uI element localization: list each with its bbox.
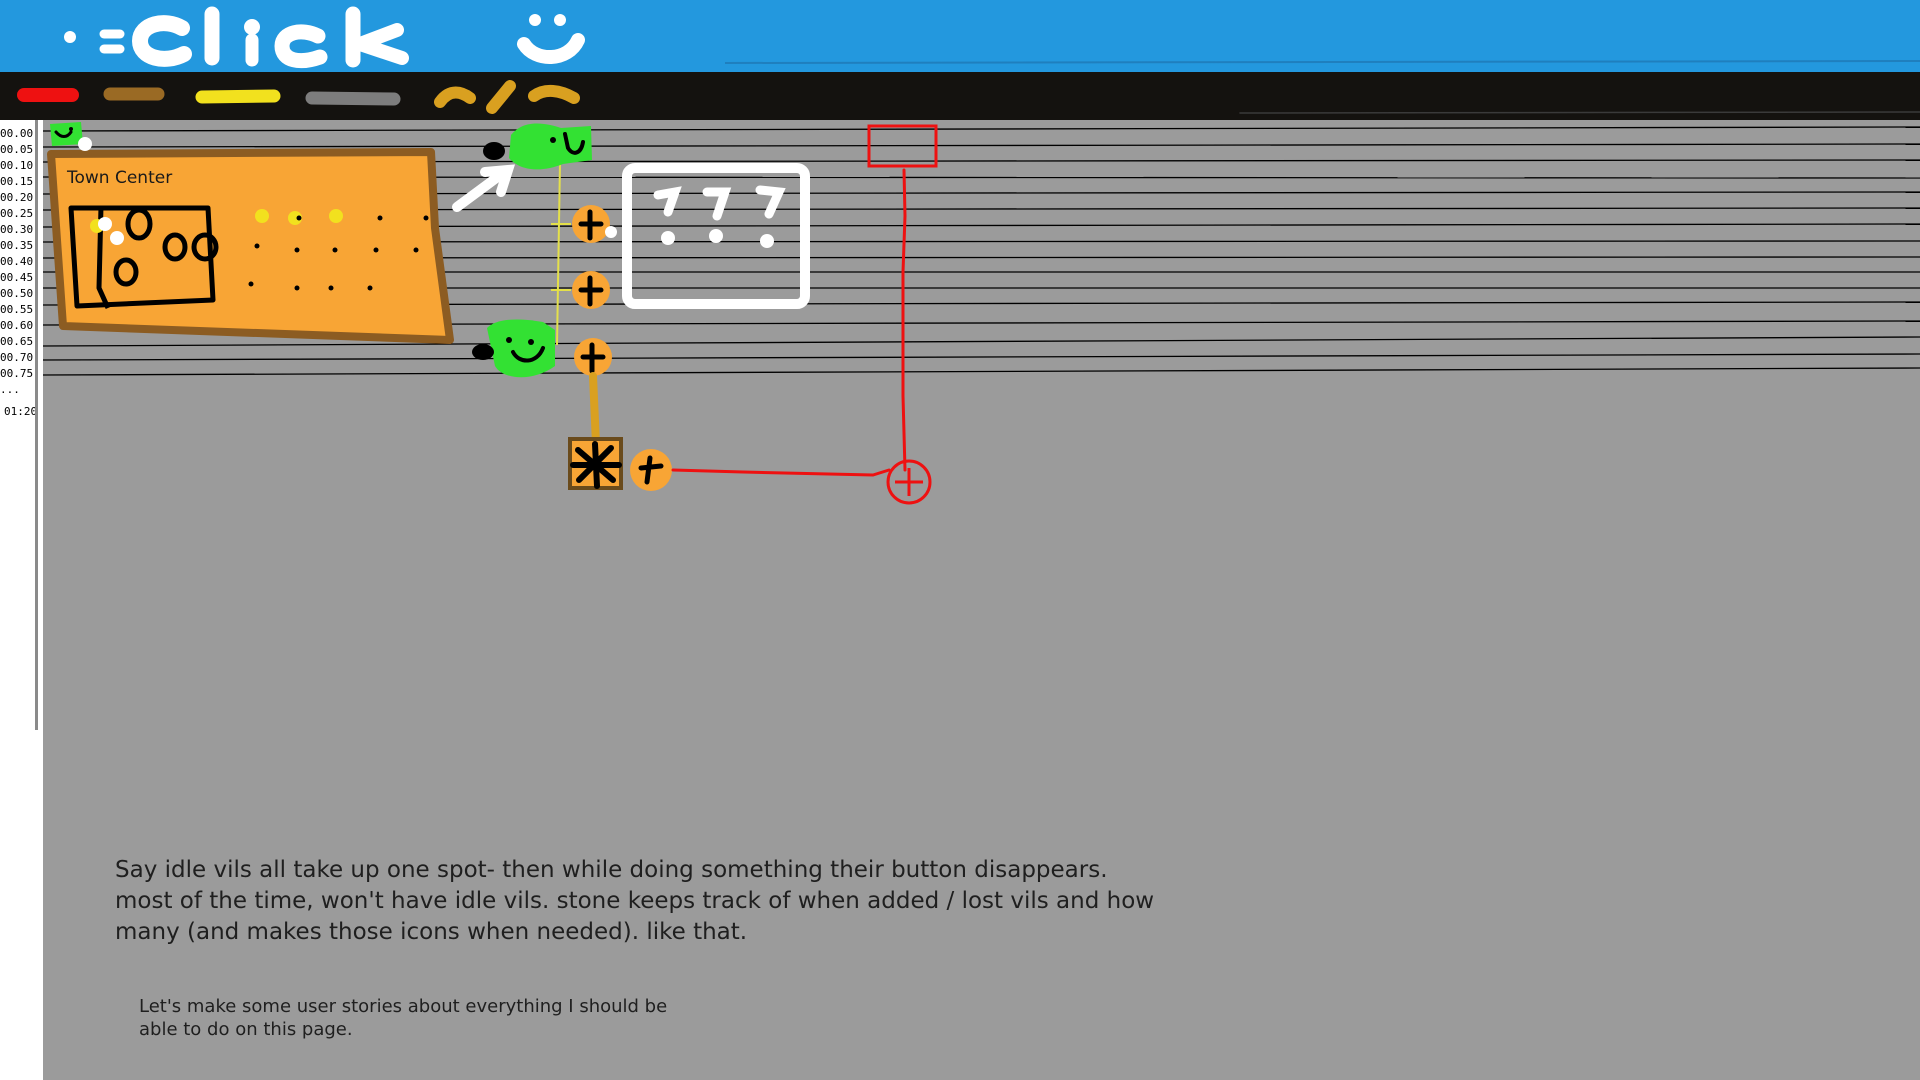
add-connection-button[interactable] (886, 459, 932, 505)
timeline-tick[interactable]: 00.20 (0, 190, 33, 206)
unknown-task-box[interactable] (622, 163, 810, 309)
timeline-tick[interactable]: 00.50 (0, 286, 33, 302)
timeline-scrollbar[interactable] (35, 120, 38, 730)
note-line: Say idle vils all take up one spot- then… (115, 857, 1108, 883)
add-build-task-button[interactable] (630, 449, 672, 491)
timeline-tick[interactable]: 00.45 (0, 270, 33, 286)
resource-toolbar (0, 72, 1920, 120)
timeline-tick[interactable]: 00.35 (0, 238, 33, 254)
timeline-tick[interactable]: 01:20 (4, 404, 37, 420)
add-villager-task-button[interactable] (572, 205, 617, 243)
timeline-tick[interactable]: 00.00 (0, 126, 33, 142)
timeline-tick[interactable]: 00.40 (0, 254, 33, 270)
villager-icon[interactable] (472, 319, 555, 378)
timeline-tick[interactable]: 00.10 (0, 158, 33, 174)
build-order-canvas[interactable]: Town Center Say idle vils all take up on… (43, 120, 1920, 1080)
click-wordmark-logo[interactable] (64, 6, 409, 69)
app-header (0, 0, 1920, 72)
timeline-ruler: 00.00 00.05 00.10 00.15 00.20 00.25 00.3… (0, 120, 43, 1080)
build-action-icon[interactable] (568, 437, 623, 490)
timeline-tick[interactable]: 00.75 (0, 366, 33, 382)
note-line: many (and makes those icons when needed)… (115, 919, 748, 945)
red-connection-path (671, 168, 907, 477)
villager-task-connector (556, 161, 561, 346)
smiley-icon[interactable] (517, 14, 585, 64)
timeline-tick[interactable]: 00.65 (0, 334, 33, 350)
note-line: Let's make some user stories about every… (139, 996, 668, 1017)
timeline-tick[interactable]: 00.60 (0, 318, 33, 334)
note-line: able to do on this page. (139, 1019, 353, 1040)
add-villager-task-button[interactable] (574, 338, 612, 376)
design-note: Say idle vils all take up one spot- then… (115, 855, 1265, 948)
path-tool-button[interactable] (434, 80, 580, 114)
add-villager-task-button[interactable] (572, 271, 610, 309)
stone-swatch[interactable] (305, 91, 401, 106)
timeline-tick[interactable]: 00.05 (0, 142, 33, 158)
timeline-tick[interactable]: 00.70 (0, 350, 33, 366)
town-center-label: Town Center (67, 168, 173, 188)
timeline-ellipsis: ... (0, 383, 20, 396)
timeline-tick[interactable]: 00.25 (0, 206, 33, 222)
note-line: most of the time, won't have idle vils. … (115, 888, 1155, 914)
timeline-tick[interactable]: 00.55 (0, 302, 33, 318)
arrow-icon (452, 164, 516, 212)
user-stories-note: Let's make some user stories about every… (139, 995, 739, 1041)
timeline-tick[interactable]: 00.30 (0, 222, 33, 238)
timeline-tick[interactable]: 00.15 (0, 174, 33, 190)
gold-swatch[interactable] (195, 89, 281, 104)
